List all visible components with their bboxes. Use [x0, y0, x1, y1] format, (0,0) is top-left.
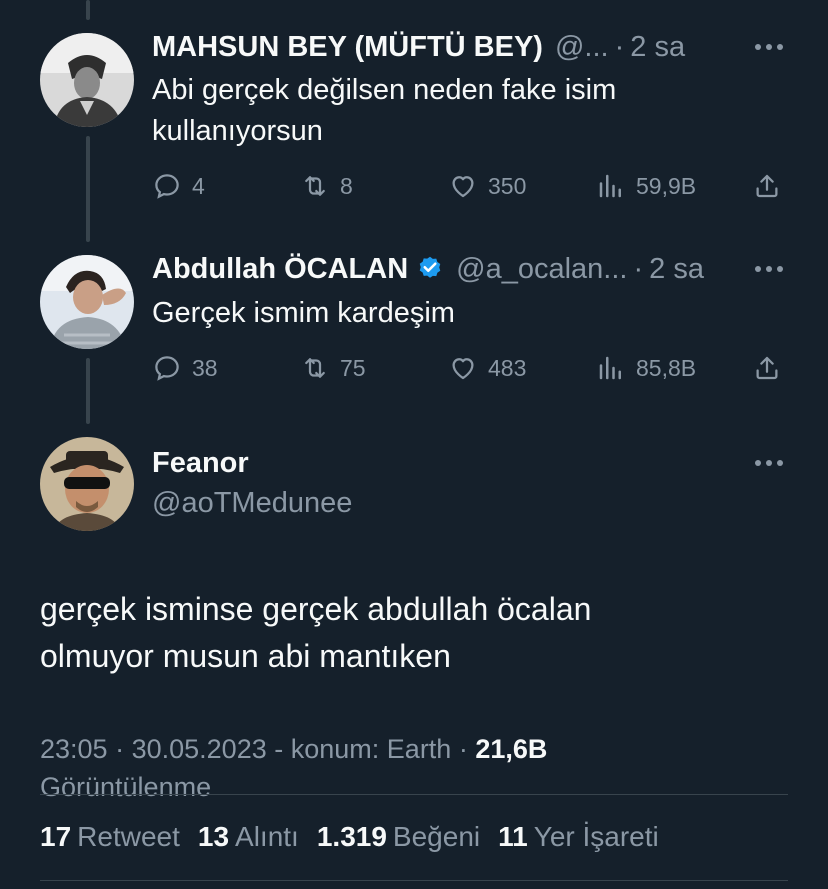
author-handle[interactable]: @a_ocalan...	[456, 253, 627, 286]
views-label: Görüntülenme	[40, 772, 212, 802]
reply-button[interactable]: 4	[152, 171, 205, 201]
like-button[interactable]: 483	[448, 353, 526, 383]
divider	[40, 794, 788, 795]
bookmarks-count: 11	[498, 821, 528, 852]
quotes-label: Alıntı	[235, 821, 299, 852]
like-count: 350	[488, 172, 527, 199]
engagement-stats: 17 Retweet 13 Alıntı 1.319 Beğeni 11 Yer İşa…	[40, 815, 788, 859]
likes-count: 1.319	[316, 821, 387, 852]
more-icon[interactable]	[754, 254, 784, 284]
divider	[40, 880, 788, 881]
quotes-count: 13	[197, 821, 230, 852]
views-button[interactable]: 59,9B	[596, 171, 696, 201]
retweets-label: Retweet	[77, 821, 180, 852]
likes-label: Beğeni	[392, 821, 481, 852]
thread-line-top	[86, 0, 90, 20]
meta-line-1: 23:05 · 30.05.2023 - konum: Earth · 21,6…	[40, 730, 788, 768]
thread-line-2	[86, 358, 90, 424]
share-icon	[756, 174, 778, 198]
stat-bookmarks[interactable]: 11 Yer İşareti	[498, 821, 659, 853]
reply-icon	[155, 174, 179, 199]
bookmarks-label: Yer İşareti	[533, 821, 659, 852]
views-icon	[599, 356, 621, 380]
separator-dot: ·	[614, 30, 625, 63]
separator-dot: ·	[115, 734, 132, 764]
share-icon	[756, 356, 778, 380]
tweet-location: konum: Earth	[290, 734, 452, 764]
like-button[interactable]: 350	[448, 171, 526, 201]
author-name[interactable]: Feanor	[152, 447, 249, 480]
retweet-icon	[305, 358, 325, 378]
author-handle[interactable]: @...	[555, 31, 609, 64]
reply-count: 38	[192, 354, 218, 381]
retweet-count: 8	[340, 172, 353, 199]
main-tweet-line-1: gerçek isminse gerçek abdullah öcalan	[40, 591, 592, 627]
avatar-mahsun[interactable]	[40, 33, 134, 127]
tweet-2-header: Abdullah ÖCALAN @a_ocalan... · 2 sa	[152, 249, 788, 289]
tweet-1-actions: 4 8 350 59,9B	[152, 166, 792, 206]
retweets-count: 17	[40, 821, 72, 852]
separator-dash: -	[274, 734, 291, 764]
reply-icon	[155, 356, 179, 381]
author-name[interactable]: Abdullah ÖCALAN	[152, 253, 408, 286]
verified-icon	[419, 256, 441, 278]
retweet-button[interactable]: 75	[300, 353, 366, 383]
views-icon	[599, 174, 621, 198]
reply-count: 4	[192, 172, 205, 199]
retweet-button[interactable]: 8	[300, 171, 353, 201]
author-handle[interactable]: @aoTMedunee	[152, 487, 352, 520]
like-icon	[452, 358, 474, 380]
tweet-1-text: Abi gerçek değilsen neden fake isim kull…	[152, 74, 617, 147]
tweet-date[interactable]: 30.05.2023	[132, 734, 267, 764]
stat-quotes[interactable]: 13 Alıntı	[198, 821, 299, 853]
views-total[interactable]: 21,6B	[475, 734, 547, 764]
avatar-feanor[interactable]	[40, 437, 134, 531]
tweet-1-header: MAHSUN BEY (MÜFTÜ BEY) @... · 2 sa	[152, 27, 788, 67]
separator-dot: ·	[633, 252, 644, 285]
stat-retweets[interactable]: 17 Retweet	[40, 821, 180, 853]
share-button[interactable]	[752, 353, 782, 383]
retweet-icon	[305, 176, 325, 196]
like-count: 483	[488, 354, 527, 381]
share-button[interactable]	[752, 171, 782, 201]
tweet-time[interactable]: 2 sa	[649, 253, 704, 286]
tweet-timestamp[interactable]: 23:05	[40, 734, 108, 764]
main-tweet-text: gerçek isminse gerçek abdullah öcalan ol…	[40, 586, 788, 680]
tweet-thread-page: MAHSUN BEY (MÜFTÜ BEY) @... · 2 sa Abi g…	[0, 0, 828, 889]
separator-dot: ·	[458, 734, 476, 764]
stat-likes[interactable]: 1.319 Beğeni	[317, 821, 480, 853]
retweet-count: 75	[340, 354, 366, 381]
more-icon[interactable]	[754, 32, 784, 62]
views-button[interactable]: 85,8B	[596, 353, 696, 383]
main-tweet-line-2: olmuyor musun abi mantıken	[40, 638, 451, 674]
views-count: 85,8B	[636, 354, 697, 381]
like-icon	[452, 176, 474, 198]
thread-line-1	[86, 136, 90, 242]
tweet-2-text: Gerçek ismim kardeşim	[152, 297, 455, 329]
author-name[interactable]: MAHSUN BEY (MÜFTÜ BEY)	[152, 31, 543, 64]
tweet-time[interactable]: 2 sa	[630, 31, 685, 64]
more-icon[interactable]	[754, 448, 784, 478]
views-count: 59,9B	[636, 172, 697, 199]
tweet-2-actions: 38 75 483 85,8B	[152, 348, 792, 388]
reply-button[interactable]: 38	[152, 353, 218, 383]
avatar-abdullah[interactable]	[40, 255, 134, 349]
